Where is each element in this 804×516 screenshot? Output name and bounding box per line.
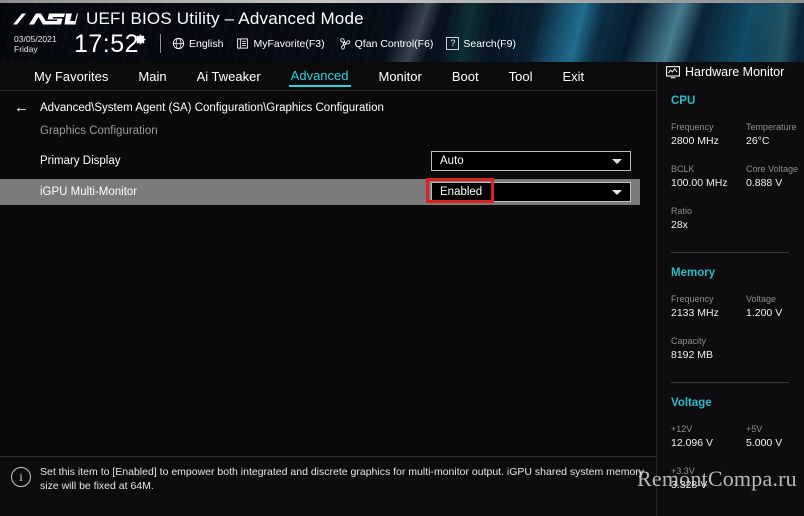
- hwmon-memory-capacity: Capacity 8192 MB: [671, 335, 713, 362]
- header-divider: [160, 34, 161, 53]
- tab-my-favorites[interactable]: My Favorites: [32, 68, 110, 86]
- section-heading: Graphics Configuration: [40, 125, 158, 137]
- hwmon-voltage-5v-key: +5V: [746, 423, 782, 436]
- globe-icon: [172, 37, 185, 50]
- hwmon-voltage-12v: +12V 12.096 V: [671, 423, 713, 450]
- monitor-icon: [666, 66, 680, 79]
- hwmon-cpu-ratio-value: 28x: [671, 218, 692, 232]
- asus-logo: [12, 10, 78, 30]
- help-text: Set this item to [Enabled] to empower bo…: [40, 465, 646, 493]
- fan-icon: [338, 37, 351, 50]
- question-icon: ?: [446, 37, 459, 50]
- tab-ai-tweaker[interactable]: Ai Tweaker: [195, 68, 263, 86]
- hardware-monitor-header: Hardware Monitor: [666, 65, 784, 79]
- hwmon-divider-2: [671, 382, 789, 383]
- hwmon-cpu-temperature-key: Temperature: [746, 121, 797, 134]
- search-label: Search(F9): [463, 38, 516, 50]
- hwmon-voltage-12v-key: +12V: [671, 423, 713, 436]
- dropdown-igpu-multi-monitor[interactable]: Enabled: [431, 182, 631, 202]
- help-description-bar: i Set this item to [Enabled] to empower …: [0, 456, 656, 516]
- hwmon-section-memory-title: Memory: [671, 267, 715, 279]
- setting-label-primary-display: Primary Display: [40, 155, 121, 167]
- dropdown-value-igpu-multi-monitor: Enabled: [432, 186, 482, 198]
- dropdown-value-primary-display: Auto: [432, 155, 464, 167]
- list-icon: [236, 37, 249, 50]
- myfavorite-button[interactable]: MyFavorite(F3): [236, 37, 324, 50]
- hwmon-cpu-core-voltage: Core Voltage 0.888 V: [746, 163, 798, 190]
- title-banner: UEFI BIOS Utility – Advanced Mode 03/05/…: [0, 0, 804, 62]
- hwmon-memory-voltage-value: 1.200 V: [746, 306, 782, 320]
- chevron-down-icon[interactable]: [612, 159, 622, 164]
- hwmon-memory-frequency: Frequency 2133 MHz: [671, 293, 719, 320]
- dropdown-primary-display[interactable]: Auto: [431, 151, 631, 171]
- datetime-display: 03/05/2021 Friday: [14, 34, 57, 54]
- hwmon-section-cpu-title: CPU: [671, 95, 695, 107]
- hwmon-voltage-12v-value: 12.096 V: [671, 436, 713, 450]
- date-text: 03/05/2021: [14, 34, 57, 44]
- tab-advanced[interactable]: Advanced: [289, 67, 351, 87]
- info-icon: i: [11, 467, 31, 487]
- hwmon-cpu-frequency-key: Frequency: [671, 121, 719, 134]
- hardware-monitor-panel: Hardware Monitor CPU Frequency 2800 MHz …: [656, 62, 804, 516]
- clock-text: 17:52: [74, 31, 139, 57]
- hwmon-cpu-temperature-value: 26°C: [746, 134, 797, 148]
- tab-monitor[interactable]: Monitor: [377, 68, 424, 86]
- hwmon-cpu-bclk: BCLK 100.00 MHz: [671, 163, 728, 190]
- breadcrumb-path: Advanced\System Agent (SA) Configuration…: [40, 102, 384, 114]
- hwmon-memory-frequency-value: 2133 MHz: [671, 306, 719, 320]
- hwmon-cpu-bclk-key: BCLK: [671, 163, 728, 176]
- hwmon-cpu-frequency: Frequency 2800 MHz: [671, 121, 719, 148]
- breadcrumb: ← Advanced\System Agent (SA) Configurati…: [14, 100, 384, 115]
- hwmon-memory-capacity-value: 8192 MB: [671, 348, 713, 362]
- main-nav-tabs: My Favorites Main Ai Tweaker Advanced Mo…: [0, 62, 656, 91]
- hwmon-divider-1: [671, 252, 789, 253]
- back-arrow-icon[interactable]: ←: [14, 100, 29, 115]
- hwmon-cpu-core-voltage-value: 0.888 V: [746, 176, 798, 190]
- hwmon-cpu-frequency-value: 2800 MHz: [671, 134, 719, 148]
- hwmon-voltage-5v-value: 5.000 V: [746, 436, 782, 450]
- hwmon-memory-voltage: Voltage 1.200 V: [746, 293, 782, 320]
- chevron-down-icon[interactable]: [612, 190, 622, 195]
- language-button[interactable]: English: [172, 37, 223, 50]
- language-label: English: [189, 38, 223, 50]
- hwmon-cpu-ratio: Ratio 28x: [671, 205, 692, 232]
- hwmon-memory-capacity-key: Capacity: [671, 335, 713, 348]
- hwmon-cpu-core-voltage-key: Core Voltage: [746, 163, 798, 176]
- bios-screen: UEFI BIOS Utility – Advanced Mode 03/05/…: [0, 0, 804, 516]
- hwmon-cpu-bclk-value: 100.00 MHz: [671, 176, 728, 190]
- qfan-control-label: Qfan Control(F6): [355, 38, 434, 50]
- search-button[interactable]: ? Search(F9): [446, 37, 516, 50]
- tab-boot[interactable]: Boot: [450, 68, 481, 86]
- page-title: UEFI BIOS Utility – Advanced Mode: [86, 9, 364, 29]
- hwmon-memory-frequency-key: Frequency: [671, 293, 719, 306]
- setting-row-primary-display[interactable]: Primary Display Auto: [0, 148, 640, 174]
- setting-label-igpu-multi-monitor: iGPU Multi-Monitor: [40, 186, 137, 198]
- tab-main[interactable]: Main: [136, 68, 168, 86]
- tab-exit[interactable]: Exit: [560, 68, 586, 86]
- hwmon-memory-voltage-key: Voltage: [746, 293, 782, 306]
- hwmon-section-voltage-title: Voltage: [671, 397, 712, 409]
- hwmon-voltage-5v: +5V 5.000 V: [746, 423, 782, 450]
- hwmon-cpu-temperature: Temperature 26°C: [746, 121, 797, 148]
- qfan-control-button[interactable]: Qfan Control(F6): [338, 37, 434, 50]
- content-pane: ← Advanced\System Agent (SA) Configurati…: [0, 91, 656, 456]
- hardware-monitor-title: Hardware Monitor: [685, 65, 784, 79]
- banner-top-edge: [0, 0, 804, 3]
- header-quick-actions: English MyFavorite(F3): [172, 37, 516, 50]
- gear-icon[interactable]: [134, 33, 147, 46]
- tab-tool[interactable]: Tool: [507, 68, 535, 86]
- myfavorite-label: MyFavorite(F3): [253, 38, 324, 50]
- hwmon-cpu-ratio-key: Ratio: [671, 205, 692, 218]
- setting-row-igpu-multi-monitor[interactable]: iGPU Multi-Monitor Enabled: [0, 179, 640, 205]
- weekday-text: Friday: [14, 44, 57, 54]
- watermark: RemontCompa.ru: [637, 466, 797, 492]
